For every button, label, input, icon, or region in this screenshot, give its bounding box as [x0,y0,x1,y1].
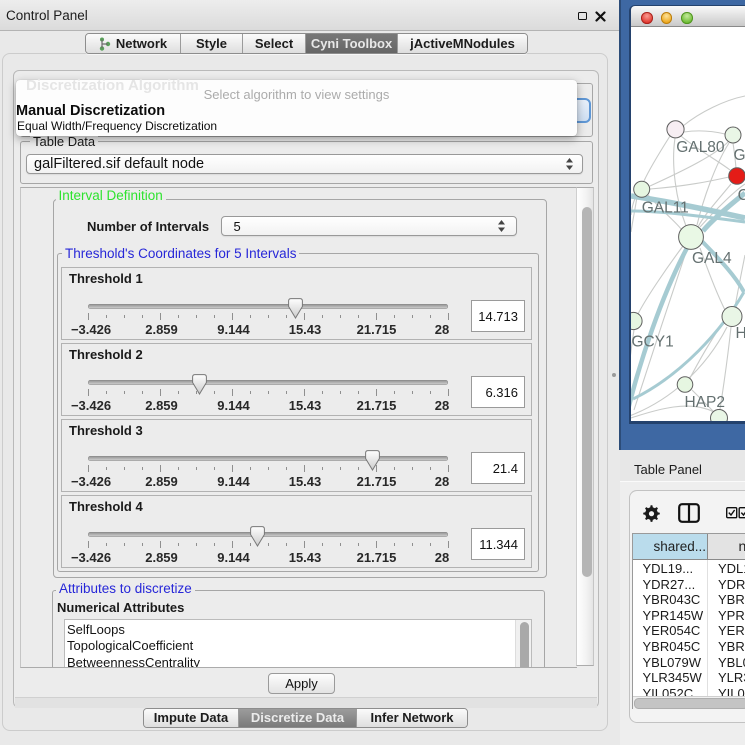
svg-text:C: C [738,187,745,204]
svg-text:H: H [736,325,745,342]
svg-text:GAL11: GAL11 [642,200,689,217]
svg-text:GAL4: GAL4 [692,250,732,267]
svg-text:HAP2: HAP2 [685,394,726,411]
svg-text:GA: GA [734,147,745,164]
svg-text:GAL80: GAL80 [676,139,725,156]
svg-text:GCY1: GCY1 [632,334,674,351]
